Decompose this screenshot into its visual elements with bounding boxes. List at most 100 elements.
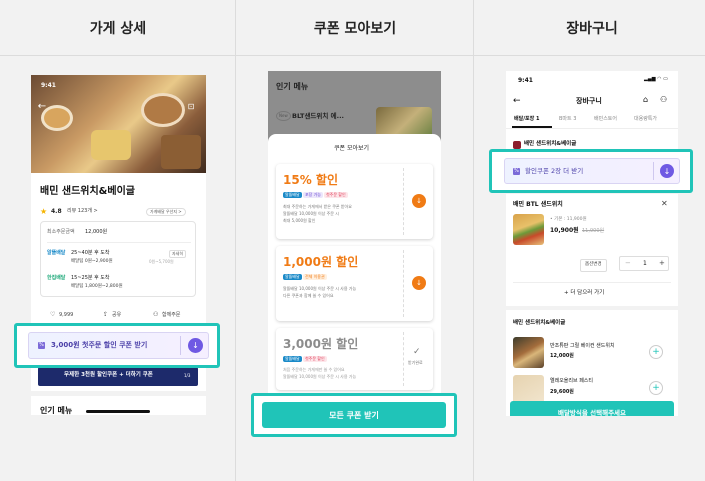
rec2-add-icon[interactable]: + [649,381,663,395]
cart-coupon-bar[interactable]: % 할인쿠폰 2장 더 받기 ↓ [504,158,680,184]
rating: 4.8 [51,208,62,215]
coupon-3-tag-1: 알뜰배달 [283,356,302,362]
quantity-value: 1 [643,260,647,267]
recommend-store: 배민 샌드위치&베이글 [513,320,566,326]
home-icon[interactable]: ⌂ [643,96,648,104]
coupon-icon: % [513,168,520,175]
divider [473,0,474,481]
share-icon[interactable]: ⇪ [103,312,108,318]
checkout-label: 배달방식을 선택해주세요 [557,409,627,416]
header-bar: 가게 상세 쿠폰 모아보기 장바구니 [0,0,705,56]
rec2-price: 29,600원 [550,389,574,395]
status-time: 9:41 [518,77,533,84]
sheet-title: 쿠폰 모아보기 [334,145,370,152]
coupon-3-desc-2: 알뜰배달 10,000원 이상 주문 시 사용 가능 [283,374,357,379]
plus-icon[interactable]: + [659,260,665,267]
coupon-2-download-icon[interactable]: ↓ [412,276,426,290]
download-all-button[interactable]: 모든 쿠폰 받기 [262,402,446,428]
status-time: 9:41 [41,82,56,89]
remove-icon[interactable]: ✕ [661,200,668,208]
coupon-1-tag-1: 알뜰배달 [283,192,302,198]
coupon-collection-screen: 인기 메뉴 New BLT샌드위치 에... 쿠폰 모아보기 15% 할인 알뜰… [268,71,441,416]
rec1-add-icon[interactable]: + [649,345,663,359]
tab-delivery[interactable]: 배달/포장 1 [514,117,539,122]
coupon-1-download-icon[interactable]: ↓ [412,194,426,208]
store-hero-image [31,75,206,173]
item-price: 10,900원 [550,227,579,234]
add-more-link[interactable]: + 더 담으러 가기 [564,290,604,297]
bg-popular-menu: 인기 메뉴 [276,82,309,91]
share-label[interactable]: 공유 [112,313,121,318]
coupon-divider [403,332,404,386]
rec1-image [513,337,544,368]
coupon-3-desc-1: 처음 주문하는 가게에만 쓸 수 있어요 [283,367,345,372]
cart-screen: 9:41 ▂▄▆ ◠ ▭ ← 장바구니 ⌂ ⚇ 배달/포장 1 B마트 3 배민… [506,71,678,416]
bg-menu-item: BLT샌드위치 에... [292,112,345,120]
column-title-store: 가게 상세 [89,21,147,37]
divider [47,242,191,243]
delivery1-extra: 0원~5,700원 [149,259,174,264]
divider [513,282,671,283]
download-icon[interactable]: ↓ [188,338,203,353]
bg-new-badge: New [276,111,291,121]
tab-store[interactable]: 배민스토어 [594,117,617,122]
review-link[interactable]: 리뷰 123개 > [67,209,98,214]
coupon-divider [653,162,654,180]
detail-button[interactable]: 자세히 [169,250,187,258]
coupon-2-tag-2: 전체 이용권 [303,274,327,280]
rec1-price: 12,000원 [550,353,574,359]
download-all-callout[interactable]: 모든 쿠폰 받기 [251,393,457,437]
delivery2-label: 한집배달 [47,275,66,281]
minus-icon[interactable]: − [625,260,631,267]
delivery-info-box: 최소주문금액 12,000원 알뜰배달 25~40분 후 도착 자세히 배달팁 … [40,221,196,297]
star-icon: ★ [40,207,48,216]
coupon-3-received: 받기완료 [408,360,423,365]
download-icon[interactable]: ↓ [660,164,674,178]
banner[interactable]: 무제한 3천원 할인쿠폰 + 더하기 쿠폰 1/3 [38,367,198,386]
banner-text: 무제한 3천원 할인쿠폰 + 더하기 쿠폰 [64,372,153,378]
store-logo [513,141,521,149]
coupon-3-amount: 3,000원 할인 [283,337,359,351]
section-divider [506,306,678,310]
tab-bmart[interactable]: B마트 3 [559,117,576,122]
heart-icon[interactable]: ♡ [50,312,55,318]
coupon-text: 3,000원 첫주문 할인 쿠폰 받기 [51,341,148,349]
section-divider [31,391,206,396]
page-title: 장바구니 [576,97,602,105]
delivery2-time: 15~25분 후 도착 [71,275,110,281]
coupon-1-tag-3: 첫주문 할인 [324,192,348,198]
quantity-stepper[interactable]: − 1 + [619,256,669,271]
coupon-card-2: 1,000원 할인 알뜰배달 전체 이용권 알뜰배달 10,000원 이상 주문… [276,246,433,321]
coupon-download-callout[interactable]: % 3,000원 첫주문 할인 쿠폰 받기 ↓ [14,323,220,368]
item-option: • 기본 : 11,900원 [550,217,587,222]
banner-page: 1/3 [184,373,191,378]
together-label[interactable]: 함께주문 [162,313,180,318]
coupon-2-tag-1: 알뜰배달 [283,274,302,280]
coupon-divider [180,336,181,355]
delivery-tag[interactable]: 가게배달 우선지 > [146,208,186,216]
option-change-button[interactable]: 옵션변경 [580,259,607,272]
cart-store-name: 배민 샌드위치&베이글 [524,141,577,147]
add-person-icon[interactable]: ⚇ [660,96,667,104]
coupon-sheet: 쿠폰 모아보기 15% 할인 알뜰배달 포장 가능 첫주문 할인 최대 주문하는… [268,134,441,416]
tab-bulk[interactable]: 대용량특가 [634,117,657,122]
back-arrow-icon[interactable]: ← [36,100,48,112]
coupon-3-tag-2: 첫주문 할인 [303,356,327,362]
coupon-bar[interactable]: % 3,000원 첫주문 할인 쿠폰 받기 ↓ [28,332,209,359]
home-indicator [86,410,150,413]
coupon-icon: % [38,342,45,349]
status-icons: ▂▄▆ ◠ ▭ [644,76,668,82]
cart-icon[interactable]: ⊡ [186,101,196,111]
checkout-button[interactable]: 배달방식을 선택해주세요 [510,401,674,416]
together-icon[interactable]: ⚇ [153,312,158,318]
check-icon: ✓ [413,347,421,357]
delivery1-fee: 배달팁 0원~2,900원 [71,259,113,264]
coupon-divider [403,168,404,235]
back-arrow-icon[interactable]: ← [513,97,521,106]
coupon-card-1: 15% 할인 알뜰배달 포장 가능 첫주문 할인 최대 주문하는 가게에서 받은… [276,164,433,239]
coupon-1-amount: 15% 할인 [283,173,338,187]
download-all-label: 모든 쿠폰 받기 [329,410,379,420]
coupon-2-amount: 1,000원 할인 [283,255,359,269]
coupon-1-tag-2: 포장 가능 [303,192,323,198]
cart-coupon-callout[interactable]: % 할인쿠폰 2장 더 받기 ↓ [489,149,693,193]
